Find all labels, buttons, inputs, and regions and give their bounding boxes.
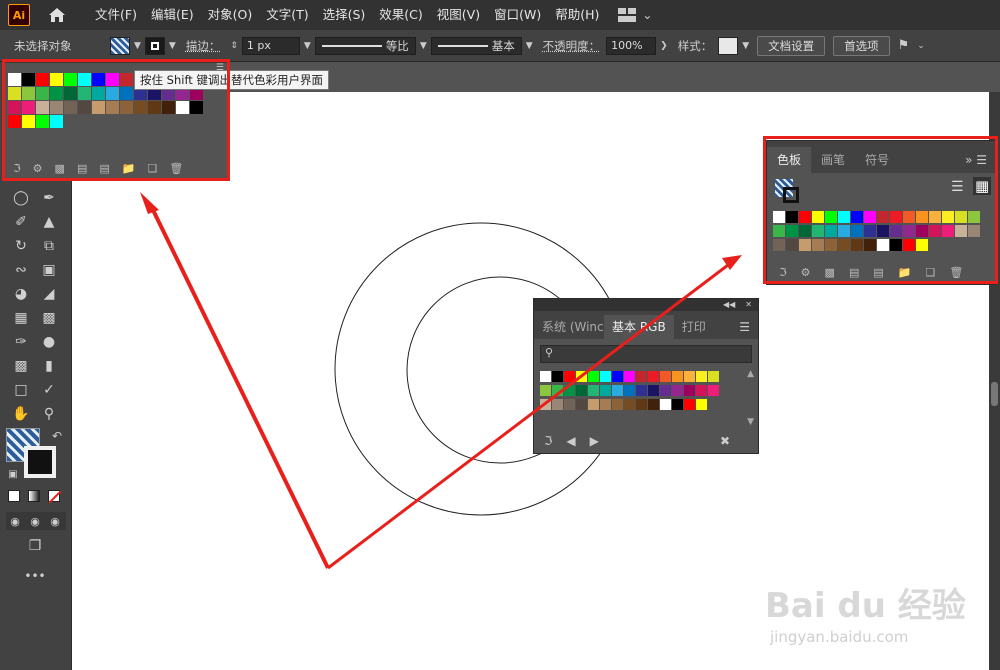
annotation-arrows <box>140 192 742 570</box>
arrow-line-right <box>327 260 733 570</box>
watermark-brand: Bai du 经验 <box>765 586 966 626</box>
arrow-line-left <box>151 209 330 569</box>
illustrator-window: Ai 文件(F) 编辑(E) 对象(O) 文字(T) 选择(S) 效果(C) 视… <box>0 0 1000 670</box>
watermark-url: jingyan.baidu.com <box>770 628 909 646</box>
arrowhead-left <box>140 192 159 214</box>
